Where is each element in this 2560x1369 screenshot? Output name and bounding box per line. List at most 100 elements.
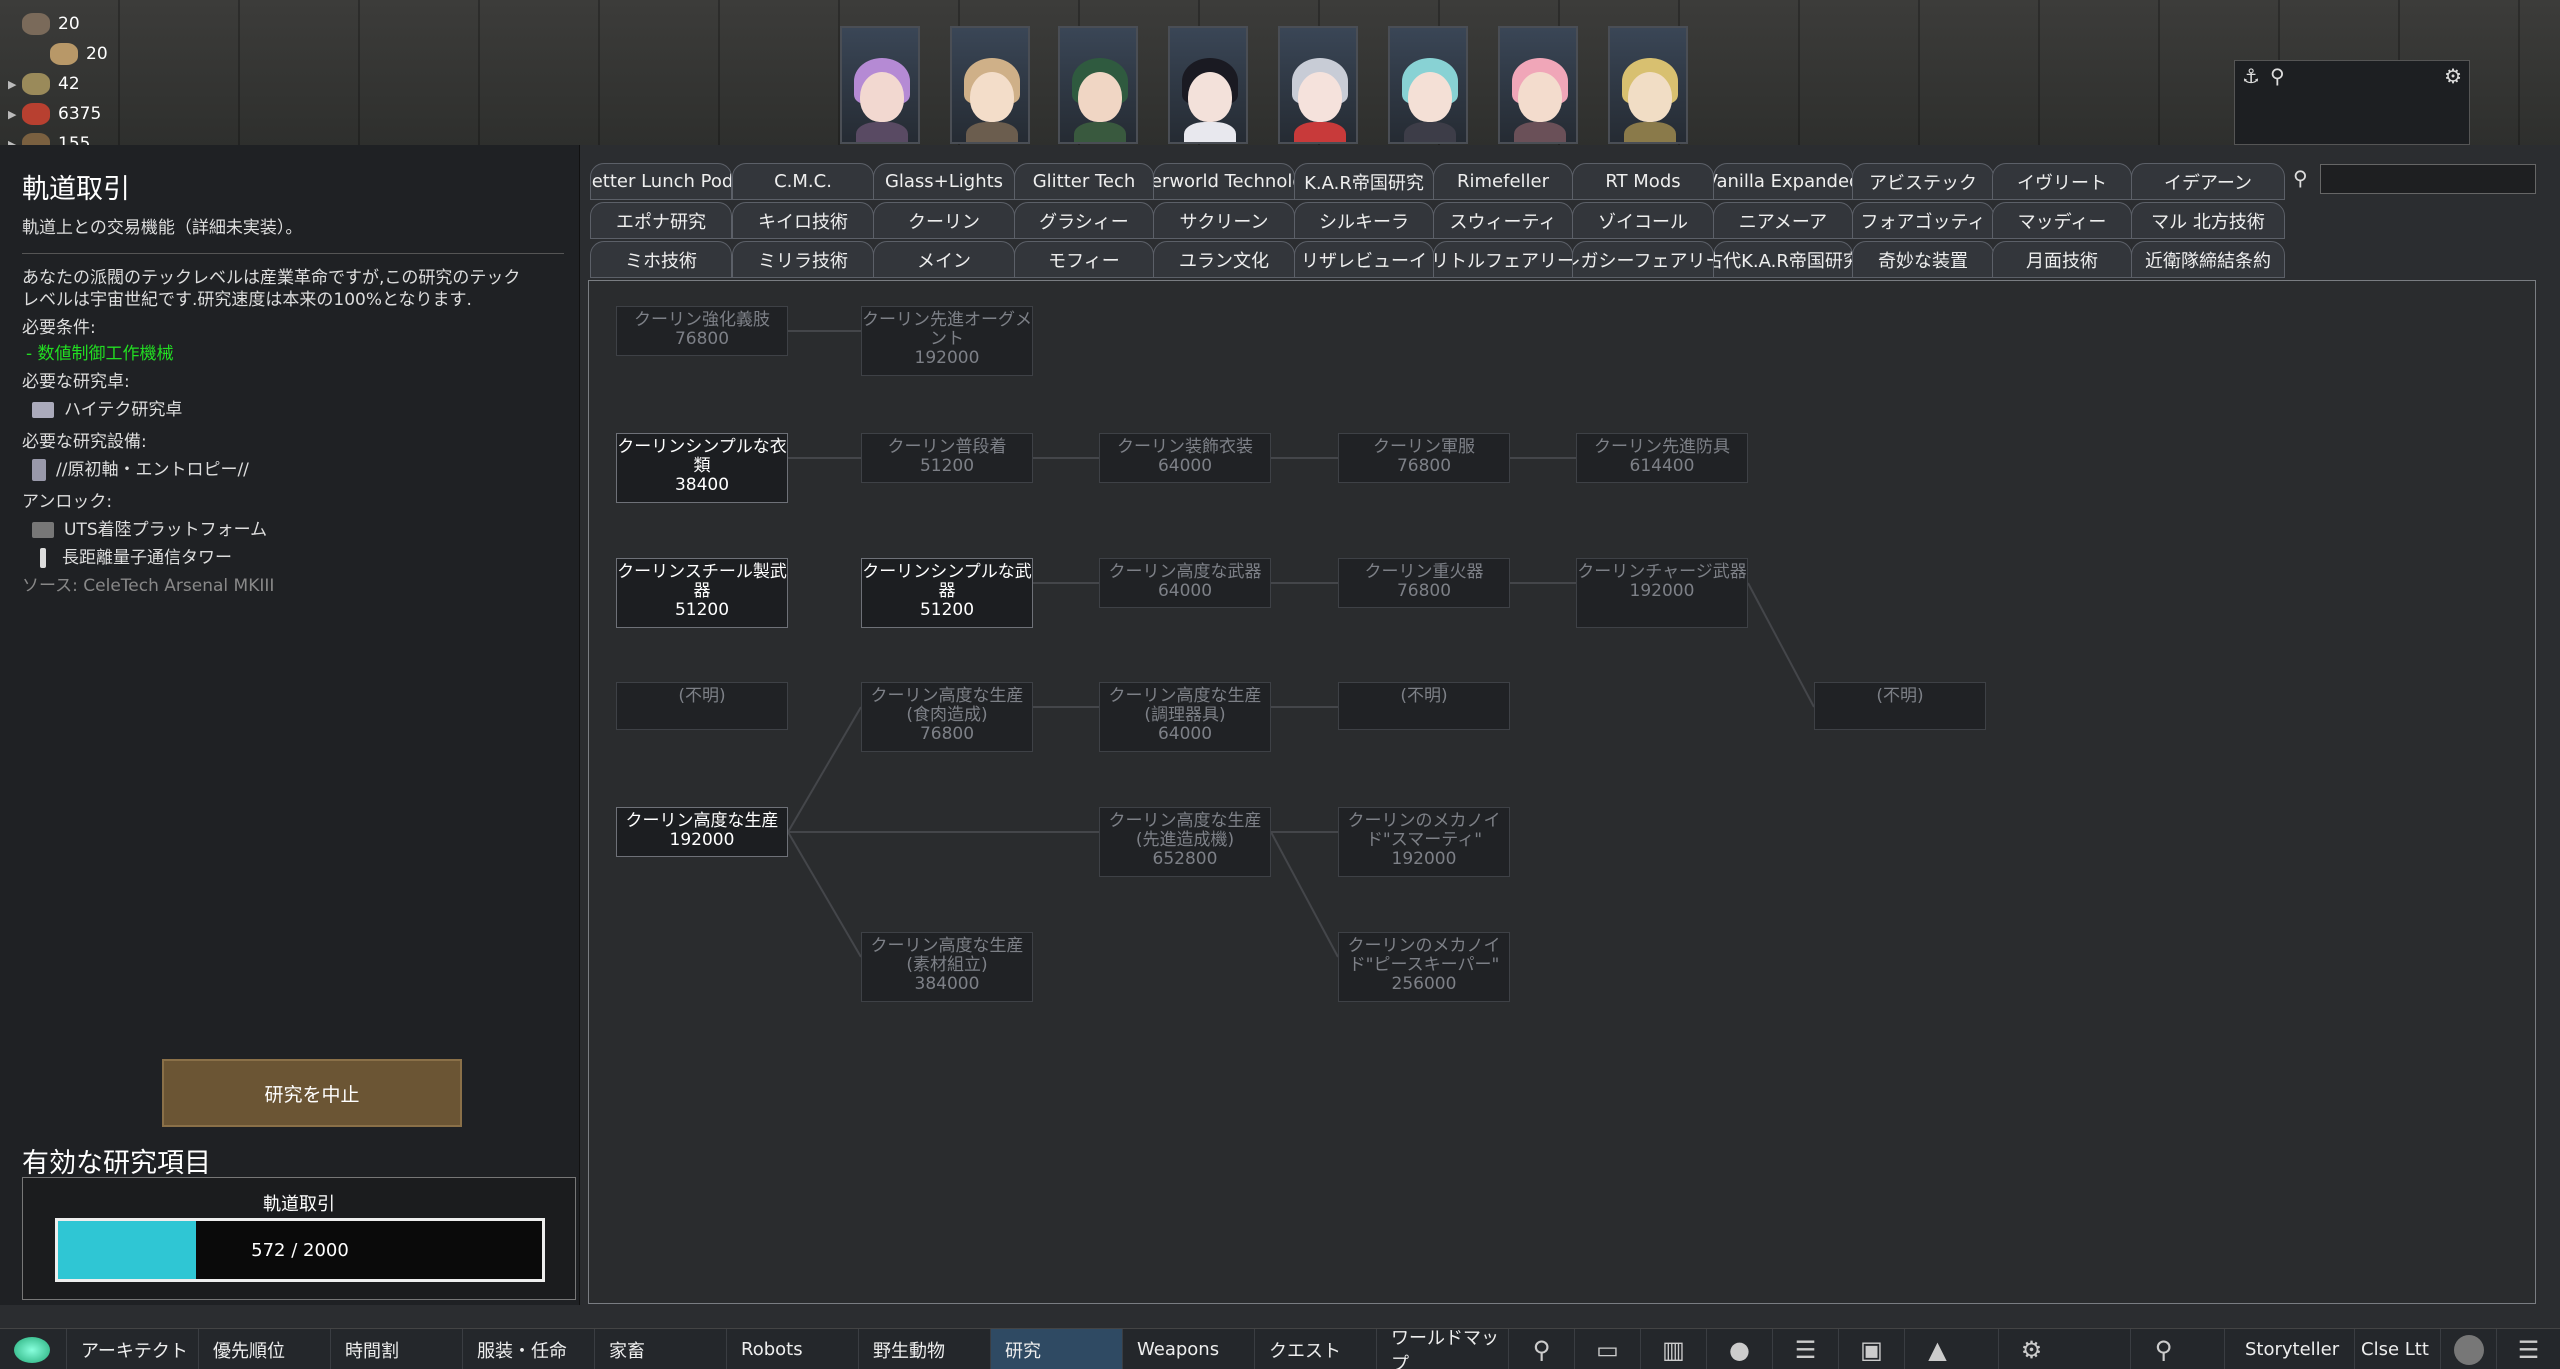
- research-node[interactable]: クーリンスチール製武器 51200: [616, 558, 788, 628]
- research-node[interactable]: クーリン高度な武器 64000: [1099, 558, 1271, 608]
- lightbulb-icon[interactable]: ●: [1706, 1329, 1772, 1369]
- search-icon[interactable]: ⚲: [1508, 1329, 1574, 1369]
- magnifier-icon[interactable]: ⚲: [2130, 1329, 2196, 1369]
- main-tab-button[interactable]: アーキテクト: [66, 1329, 198, 1369]
- armor-icon[interactable]: ▣: [1838, 1329, 1904, 1369]
- research-tab[interactable]: スウィーティ: [1433, 202, 1573, 239]
- mod-button[interactable]: Clse Ltt: [2354, 1329, 2440, 1369]
- research-tab[interactable]: 月面技術: [1992, 241, 2132, 278]
- settings-person-icon[interactable]: ⚙: [1998, 1329, 2064, 1369]
- unlock-item-1[interactable]: UTS着陸プラットフォーム: [32, 519, 562, 541]
- colonist-portrait-5[interactable]: [1278, 26, 1358, 144]
- facility-item[interactable]: //原初軸・エントロピー//: [32, 459, 562, 481]
- stop-research-button[interactable]: 研究を中止: [162, 1059, 462, 1127]
- resource-row[interactable]: ▶ 42: [8, 70, 80, 98]
- research-node[interactable]: クーリン先進防具 614400: [1576, 433, 1748, 483]
- research-tree[interactable]: クーリン強化義肢 76800 クーリン先進オーグメント 192000 クーリンシンプルな…: [588, 280, 2536, 1304]
- research-node[interactable]: クーリン高度な生産(先進造成機) 652800: [1099, 807, 1271, 877]
- research-tab[interactable]: フォアゴッティ: [1852, 202, 1994, 239]
- bench-item[interactable]: ハイテク研究卓: [32, 399, 562, 421]
- research-tab[interactable]: ミホ技術: [590, 241, 732, 278]
- research-node[interactable]: クーリンのメカノイド"ピースキーパー" 256000: [1338, 932, 1510, 1002]
- expand-arrow-icon[interactable]: ▶: [8, 78, 22, 91]
- research-node[interactable]: クーリンシンプルな武器 51200: [861, 558, 1033, 628]
- research-tab[interactable]: Better Lunch Pods: [590, 163, 732, 200]
- research-tab[interactable]: C.M.C.: [732, 163, 874, 200]
- main-tab-button[interactable]: Robots: [726, 1329, 858, 1369]
- research-node[interactable]: (不明): [616, 682, 788, 730]
- colonist-portrait-4[interactable]: [1168, 26, 1248, 144]
- research-tab[interactable]: Otterworld Technology: [1153, 163, 1295, 200]
- research-node[interactable]: (不明): [1814, 682, 1986, 730]
- research-tab[interactable]: イデアーン: [2131, 163, 2285, 200]
- unlock-item-2[interactable]: 長距離量子通信タワー: [32, 547, 562, 569]
- research-tab[interactable]: Glitter Tech: [1014, 163, 1154, 200]
- research-tab[interactable]: Rimefeller: [1433, 163, 1573, 200]
- research-tab[interactable]: Vanilla Expanded: [1713, 163, 1853, 200]
- research-tab[interactable]: ニアメーア: [1713, 202, 1853, 239]
- research-tab[interactable]: サクリーン: [1153, 202, 1295, 239]
- research-tab[interactable]: メイン: [873, 241, 1015, 278]
- colonist-portrait-1[interactable]: [840, 26, 920, 144]
- book-icon[interactable]: ▭: [1574, 1329, 1640, 1369]
- research-node[interactable]: クーリン軍服 76800: [1338, 433, 1510, 483]
- research-node[interactable]: クーリン普段着 51200: [861, 433, 1033, 483]
- anchor-icon[interactable]: ⚓: [2242, 64, 2260, 88]
- research-tab[interactable]: 奇妙な装置: [1852, 241, 1994, 278]
- research-tab[interactable]: シルキーラ: [1294, 202, 1434, 239]
- research-node[interactable]: クーリン装飾衣装 64000: [1099, 433, 1271, 483]
- main-tab-button[interactable]: ワールドマップ: [1376, 1328, 1508, 1369]
- research-node[interactable]: クーリンシンプルな衣類 38400: [616, 433, 788, 503]
- resource-row[interactable]: ▶ 6375: [8, 100, 101, 128]
- research-tab[interactable]: モフィー: [1014, 241, 1154, 278]
- research-tab[interactable]: クーリン: [873, 202, 1015, 239]
- research-tab[interactable]: レガシーフェアリー: [1572, 241, 1714, 278]
- research-tab[interactable]: 古代K.A.R帝国研究: [1713, 241, 1853, 278]
- ship-icon[interactable]: ▲: [1904, 1329, 1970, 1369]
- building-icon[interactable]: ▥: [1640, 1329, 1706, 1369]
- research-tab[interactable]: イヴリート: [1992, 163, 2132, 200]
- research-tab[interactable]: リザレビューイ: [1294, 241, 1434, 278]
- storyteller-button[interactable]: Storyteller: [2224, 1329, 2354, 1369]
- research-tab[interactable]: ユラン文化: [1153, 241, 1295, 278]
- main-tab-button[interactable]: 家畜: [594, 1329, 726, 1369]
- colonist-portrait-6[interactable]: [1388, 26, 1468, 144]
- main-tab-button[interactable]: クエスト: [1254, 1329, 1376, 1369]
- map-view[interactable]: 20 20 ▶ 42 ▶ 6375 ▶ 155 ⚓ ⚲ ⚙: [0, 0, 2560, 155]
- menu-icon[interactable]: ☰: [2496, 1329, 2560, 1369]
- resource-row[interactable]: 20: [36, 40, 108, 68]
- research-node[interactable]: クーリン先進オーグメント 192000: [861, 306, 1033, 376]
- list-icon[interactable]: ☰: [1772, 1329, 1838, 1369]
- main-tab-button[interactable]: 研究: [990, 1329, 1122, 1369]
- research-node[interactable]: クーリン強化義肢 76800: [616, 306, 788, 356]
- main-tab-button[interactable]: 時間割: [330, 1329, 462, 1369]
- research-tab[interactable]: マル 北方技術: [2131, 202, 2285, 239]
- research-node[interactable]: クーリン高度な生産 192000: [616, 807, 788, 857]
- main-tab-button[interactable]: 優先順位: [198, 1329, 330, 1369]
- research-tab[interactable]: RT Mods: [1572, 163, 1714, 200]
- expand-arrow-icon[interactable]: ▶: [8, 108, 22, 121]
- research-search-input[interactable]: [2320, 164, 2536, 194]
- research-tab[interactable]: マッディー: [1992, 202, 2132, 239]
- research-node[interactable]: クーリン高度な生産(調理器具) 64000: [1099, 682, 1271, 752]
- avatar-icon[interactable]: [2440, 1329, 2496, 1369]
- resource-row[interactable]: 20: [8, 10, 80, 38]
- colonist-portrait-7[interactable]: [1498, 26, 1578, 144]
- menu-globe-icon[interactable]: [0, 1329, 64, 1369]
- research-tab[interactable]: ミリラ技術: [732, 241, 874, 278]
- research-tab[interactable]: キイロ技術: [732, 202, 874, 239]
- main-tab-button[interactable]: 服装・任命: [462, 1329, 594, 1369]
- research-node[interactable]: クーリン高度な生産(食肉造成) 76800: [861, 682, 1033, 752]
- research-tab[interactable]: アビステック: [1852, 163, 1994, 200]
- research-tab[interactable]: グラシィー: [1014, 202, 1154, 239]
- main-tab-button[interactable]: Weapons: [1122, 1329, 1254, 1369]
- research-tab[interactable]: エポナ研究: [590, 202, 732, 239]
- research-tab[interactable]: ゾイコール: [1572, 202, 1714, 239]
- research-node[interactable]: (不明): [1338, 682, 1510, 730]
- research-node[interactable]: クーリンのメカノイド"スマーティ" 192000: [1338, 807, 1510, 877]
- research-tab[interactable]: Glass+Lights: [873, 163, 1015, 200]
- colonist-portrait-8[interactable]: [1608, 26, 1688, 144]
- colonist-portrait-3[interactable]: [1058, 26, 1138, 144]
- main-tab-button[interactable]: 野生動物: [858, 1329, 990, 1369]
- research-tab[interactable]: K.A.R帝国研究: [1294, 163, 1434, 200]
